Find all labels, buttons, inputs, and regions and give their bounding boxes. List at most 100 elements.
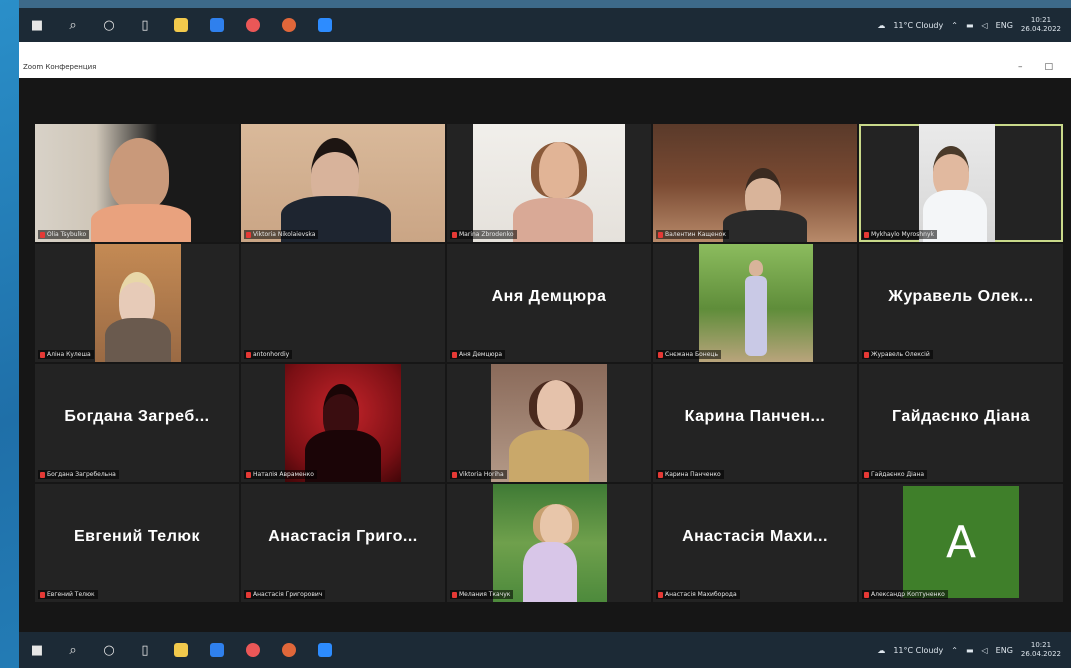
clock[interactable]: 10:21 26.04.2022 [1021,641,1061,659]
participant-tile[interactable]: Анастасія Махи... Анастасія Махиборода [653,484,857,602]
participant-display-name: Анастасія Махи... [682,528,828,545]
tray-chevron-icon[interactable]: ⌃ [951,21,958,30]
participant-body [513,198,593,242]
mic-muted-icon [452,231,457,238]
participant-tile[interactable]: Viktoria Nikolaievska [241,124,445,242]
tray-chevron-icon[interactable]: ⌃ [951,646,958,655]
participant-nametag: antonhordiy [244,350,293,359]
search-icon[interactable]: ⌕ [55,632,91,668]
participant-tile[interactable]: Мелания Ткачук [447,484,651,602]
video-feed [653,124,857,242]
weather-text[interactable]: 11°C Cloudy [893,21,943,30]
weather-text[interactable]: 11°C Cloudy [893,646,943,655]
participant-tile[interactable]: antonhordiy [241,244,445,362]
participant-tile[interactable]: Карина Панчен... Карина Панченко [653,364,857,482]
file-explorer-icon[interactable] [163,632,199,668]
participant-tile[interactable]: Евгений Телюк Евгений Телюк [35,484,239,602]
zoom-icon[interactable] [307,632,343,668]
mic-muted-icon [452,351,457,358]
cortana-icon[interactable]: ○ [91,632,127,668]
lang-indicator[interactable]: ENG [996,21,1013,30]
participant-name: Снєжана Бонець [665,351,719,358]
app-icon[interactable] [271,632,307,668]
participant-tile[interactable]: Наталія Авраменко [241,364,445,482]
clock-date: 26.04.2022 [1020,650,1061,658]
mic-muted-icon [452,471,457,478]
mail-icon[interactable] [199,632,235,668]
participant-nametag: Журавель Олексій [862,350,933,359]
mic-muted-icon [658,231,663,238]
maximize-button[interactable]: □ [1044,62,1053,72]
windows-start-icon[interactable]: ■ [19,8,55,42]
participant-nametag: Viktoria Horiha [450,470,507,479]
participant-display-name: Журавель Олек... [888,288,1034,305]
mail-icon[interactable] [199,8,235,42]
mic-muted-icon [658,351,663,358]
volume-icon[interactable]: ◁ [982,646,988,655]
participant-tile-active-speaker[interactable]: Mykhaylo Myroshnyk [859,124,1063,242]
participant-face [109,138,169,210]
participant-name: Александр Коптуненко [871,591,945,598]
participant-tile[interactable]: Marina Zbrodenko [447,124,651,242]
zoom-icon[interactable] [307,8,343,42]
network-icon[interactable]: ▬ [966,21,974,30]
window-title: Zoom Конференция [23,63,97,71]
participant-name: Анастасія Григорович [253,591,323,598]
mic-muted-icon [452,591,457,598]
participant-tile[interactable]: Аня Демцюра Аня Демцюра [447,244,651,362]
video-feed [491,364,607,482]
mic-muted-icon [246,351,251,358]
participant-face [531,142,587,198]
mic-muted-icon [40,591,45,598]
participant-display-name: Карина Панчен... [684,408,826,425]
task-view-icon[interactable]: ▯ [127,8,163,42]
chrome-icon[interactable] [235,632,271,668]
participant-tile[interactable]: Валентин Кащенок [653,124,857,242]
participant-display-name: Гайдаєнко Діана [892,408,1030,425]
participant-tile[interactable]: A Александр Коптуненко [859,484,1063,602]
chrome-icon[interactable] [235,8,271,42]
participant-tile[interactable]: Viktoria Horiha [447,364,651,482]
mic-muted-icon [246,231,251,238]
clock-time: 10:21 [1030,641,1052,649]
file-explorer-icon[interactable] [163,8,199,42]
participant-nametag: Наталія Авраменко [244,470,317,479]
clock[interactable]: 10:21 26.04.2022 [1021,16,1061,34]
participant-tile[interactable]: Гайдаєнко Діана Гайдаєнко Діана [859,364,1063,482]
mic-muted-icon [864,351,869,358]
participant-tile[interactable]: Снєжана Бонець [653,244,857,362]
participant-nametag: Mykhaylo Myroshnyk [862,230,937,239]
participant-body [723,210,807,242]
screen: ■ ⌕ ○ ▯ ☁ 11°C Cloudy ⌃ ▬ ◁ ENG 10:21 26… [19,0,1071,668]
video-feed [95,244,181,362]
mic-muted-icon [658,591,663,598]
participant-nametag: Евгений Телюк [38,590,98,599]
participant-name: Marina Zbrodenko [459,231,514,238]
participant-nametag: Marina Zbrodenko [450,230,517,239]
video-feed [699,244,813,362]
participant-tile[interactable]: Анастасія Григо... Анастасія Григорович [241,484,445,602]
video-feed [473,124,625,242]
participant-nametag: Анастасія Махиборода [656,590,740,599]
participant-nametag: Аня Демцюра [450,350,506,359]
participant-tile[interactable]: Аліна Кулеша [35,244,239,362]
minimize-button[interactable]: – [1018,62,1023,72]
participant-body [523,542,577,602]
weather-icon: ☁ [877,645,886,655]
lang-indicator[interactable]: ENG [996,646,1013,655]
participant-tile[interactable]: Журавель Олек... Журавель Олексій [859,244,1063,362]
participant-name: Богдана Загребельна [47,471,116,478]
clock-date: 26.04.2022 [1020,25,1061,33]
participant-name: Мелания Ткачук [459,591,511,598]
search-icon[interactable]: ⌕ [55,8,91,42]
app-icon[interactable] [271,8,307,42]
network-icon[interactable]: ▬ [966,646,974,655]
windows-start-icon[interactable]: ■ [19,632,55,668]
participant-nametag: Аліна Кулеша [38,350,94,359]
participant-tile[interactable]: Богдана Загреб... Богдана Загребельна [35,364,239,482]
cortana-icon[interactable]: ○ [91,8,127,42]
task-view-icon[interactable]: ▯ [127,632,163,668]
volume-icon[interactable]: ◁ [982,21,988,30]
taskbar-bottom: ■ ⌕ ○ ▯ ☁ 11°C Cloudy ⌃ ▬ ◁ ENG 10:21 26… [19,632,1071,668]
participant-tile[interactable]: Olia Tsybulko [35,124,239,242]
